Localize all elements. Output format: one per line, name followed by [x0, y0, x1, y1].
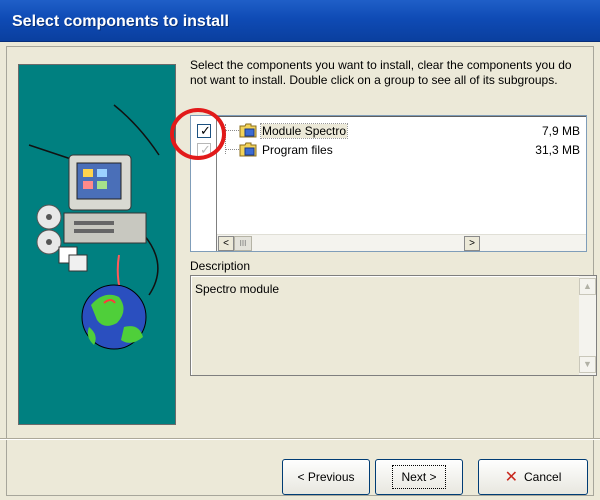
description-label: Description — [190, 259, 251, 273]
cancel-x-icon: ✕ — [504, 469, 519, 486]
scroll-thumb[interactable]: III — [234, 236, 252, 251]
installer-illustration — [18, 64, 176, 425]
description-text: Spectro module — [195, 282, 280, 296]
computer-globe-illustration — [28, 104, 160, 350]
previous-button-label: < Previous — [297, 470, 355, 484]
vertical-scrollbar[interactable]: ▲ ▼ — [579, 276, 596, 375]
horizontal-scrollbar[interactable]: < III > — [217, 234, 586, 251]
scroll-up-button[interactable]: ▲ — [579, 278, 596, 295]
list-item[interactable]: Module Spectro 7,9 MB — [217, 122, 586, 140]
scroll-down-button[interactable]: ▼ — [579, 356, 596, 373]
next-button-label: Next > — [392, 465, 446, 489]
highlight-circle — [170, 108, 226, 160]
instructions-text: Select the components you want to instal… — [190, 58, 572, 87]
scroll-left-button[interactable]: < — [218, 236, 234, 251]
folder-icon — [239, 142, 257, 157]
cancel-button[interactable]: ✕ Cancel — [478, 459, 588, 495]
component-size: 31,3 MB — [535, 143, 580, 157]
component-size: 7,9 MB — [541, 124, 580, 138]
window-title: Select components to install — [12, 13, 229, 30]
list-item[interactable]: Program files 31,3 MB — [217, 141, 586, 159]
next-button[interactable]: Next > — [375, 459, 463, 495]
button-separator — [0, 438, 600, 440]
component-label: Program files — [262, 143, 333, 157]
previous-button[interactable]: < Previous — [282, 459, 370, 495]
folder-icon — [239, 123, 257, 138]
scroll-right-button[interactable]: > — [464, 236, 480, 251]
component-label: Module Spectro — [259, 123, 349, 139]
title-bar: Select components to install — [0, 0, 600, 42]
description-box: Spectro module ▲ ▼ — [190, 275, 597, 376]
components-list[interactable]: ✓ ✓ Module Spectro 7,9 MB Program files … — [190, 115, 587, 252]
cancel-button-label: Cancel — [524, 470, 562, 484]
